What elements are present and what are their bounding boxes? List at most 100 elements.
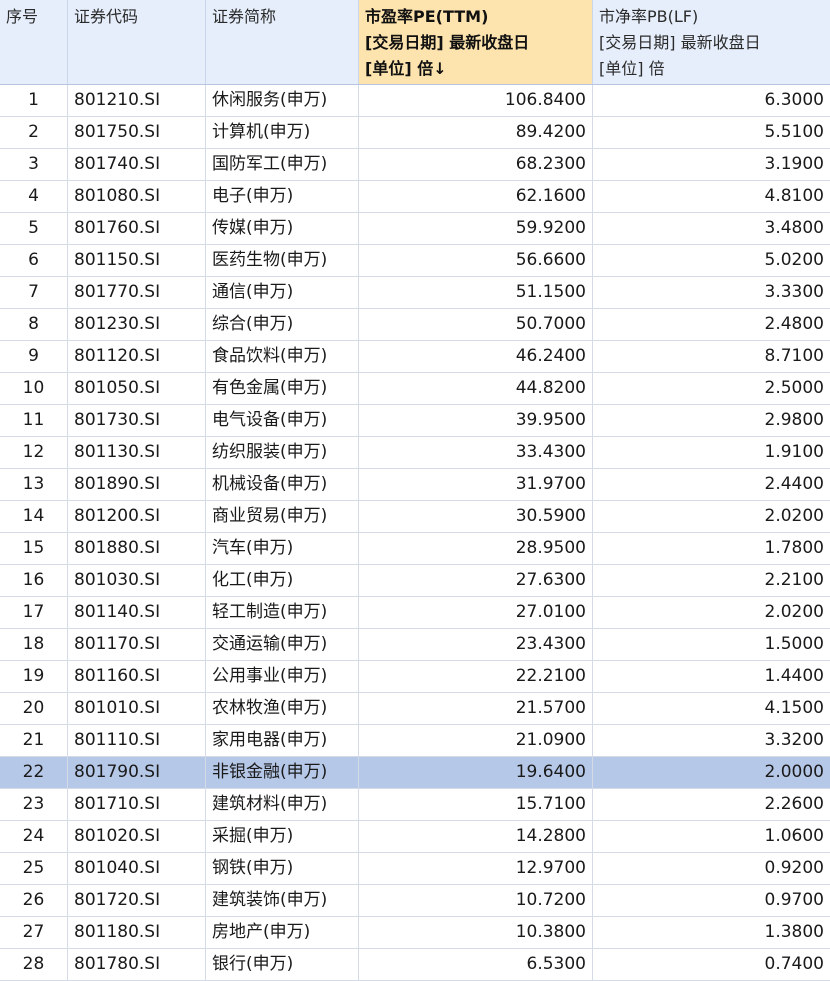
- cell-name: 钢铁(申万): [206, 853, 359, 884]
- table-row[interactable]: 2 801750.SI 计算机(申万) 89.4200 5.5100: [0, 117, 830, 149]
- cell-code: 801880.SI: [68, 533, 206, 564]
- cell-code: 801750.SI: [68, 117, 206, 148]
- cell-name: 医药生物(申万): [206, 245, 359, 276]
- cell-code: 801180.SI: [68, 917, 206, 948]
- table-header: 序号 证券代码 证券简称 市盈率PE(TTM) [交易日期] 最新收盘日 [单位…: [0, 0, 830, 85]
- table-row[interactable]: 20 801010.SI 农林牧渔(申万) 21.5700 4.1500: [0, 693, 830, 725]
- cell-index: 9: [0, 341, 68, 372]
- table-row[interactable]: 9 801120.SI 食品饮料(申万) 46.2400 8.7100: [0, 341, 830, 373]
- cell-pb: 6.3000: [764, 90, 824, 110]
- cell-pb: 0.9200: [764, 858, 824, 878]
- table-row[interactable]: 28 801780.SI 银行(申万) 6.5300 0.7400: [0, 949, 830, 981]
- cell-name: 家用电器(申万): [206, 725, 359, 756]
- cell-index: 20: [0, 693, 68, 724]
- cell-index: 26: [0, 885, 68, 916]
- header-line: [交易日期] 最新收盘日: [599, 33, 761, 52]
- cell-pe: 27.6300: [359, 565, 593, 596]
- cell-code: 801110.SI: [68, 725, 206, 756]
- table-row[interactable]: 8 801230.SI 综合(申万) 50.7000 2.4800: [0, 309, 830, 341]
- cell-pe: 28.9500: [359, 533, 593, 564]
- cell-pe: 33.4300: [359, 437, 593, 468]
- column-header-name[interactable]: 证券简称: [206, 0, 359, 84]
- cell-pe: 50.7000: [359, 309, 593, 340]
- cell-pe: 21.0900: [359, 725, 593, 756]
- table-row[interactable]: 11 801730.SI 电气设备(申万) 39.9500 2.9800: [0, 405, 830, 437]
- cell-pe: 68.2300: [359, 149, 593, 180]
- cell-pe: 10.3800: [359, 917, 593, 948]
- cell-pb: 2.4400: [764, 474, 824, 494]
- cell-pe: 51.1500: [359, 277, 593, 308]
- table-row[interactable]: 13 801890.SI 机械设备(申万) 31.9700 2.4400: [0, 469, 830, 501]
- cell-code: 801050.SI: [68, 373, 206, 404]
- table-row[interactable]: 24 801020.SI 采掘(申万) 14.2800 1.0600: [0, 821, 830, 853]
- table-row[interactable]: 16 801030.SI 化工(申万) 27.6300 2.2100: [0, 565, 830, 597]
- column-header-pe-ttm[interactable]: 市盈率PE(TTM) [交易日期] 最新收盘日 [单位] 倍↓: [359, 0, 593, 84]
- table-row[interactable]: 4 801080.SI 电子(申万) 62.1600 4.8100: [0, 181, 830, 213]
- cell-index: 14: [0, 501, 68, 532]
- cell-index: 7: [0, 277, 68, 308]
- table-row[interactable]: 1 801210.SI 休闲服务(申万) 106.8400 6.3000: [0, 85, 830, 117]
- cell-code: 801770.SI: [68, 277, 206, 308]
- table-row[interactable]: 19 801160.SI 公用事业(申万) 22.2100 1.4400: [0, 661, 830, 693]
- cell-name: 机械设备(申万): [206, 469, 359, 500]
- cell-pb: 4.8100: [764, 186, 824, 206]
- cell-pe: 23.4300: [359, 629, 593, 660]
- column-header-code[interactable]: 证券代码: [68, 0, 206, 84]
- cell-pb: 1.0600: [764, 826, 824, 846]
- header-line: [单位] 倍↓: [365, 59, 447, 78]
- cell-index: 2: [0, 117, 68, 148]
- cell-name: 非银金融(申万): [206, 757, 359, 788]
- table-row[interactable]: 21 801110.SI 家用电器(申万) 21.0900 3.3200: [0, 725, 830, 757]
- cell-code: 801170.SI: [68, 629, 206, 660]
- cell-index: 25: [0, 853, 68, 884]
- table-row[interactable]: 15 801880.SI 汽车(申万) 28.9500 1.7800: [0, 533, 830, 565]
- cell-pb: 2.0200: [764, 602, 824, 622]
- cell-name: 有色金属(申万): [206, 373, 359, 404]
- table-row[interactable]: 5 801760.SI 传媒(申万) 59.9200 3.4800: [0, 213, 830, 245]
- cell-pe: 27.0100: [359, 597, 593, 628]
- cell-name: 食品饮料(申万): [206, 341, 359, 372]
- cell-index: 3: [0, 149, 68, 180]
- cell-index: 5: [0, 213, 68, 244]
- cell-pb: 1.3800: [764, 922, 824, 942]
- table-row[interactable]: 26 801720.SI 建筑装饰(申万) 10.7200 0.9700: [0, 885, 830, 917]
- cell-code: 801740.SI: [68, 149, 206, 180]
- column-header-index[interactable]: 序号: [0, 0, 68, 84]
- cell-index: 23: [0, 789, 68, 820]
- table-row[interactable]: 27 801180.SI 房地产(申万) 10.3800 1.3800: [0, 917, 830, 949]
- table-row[interactable]: 10 801050.SI 有色金属(申万) 44.8200 2.5000: [0, 373, 830, 405]
- cell-index: 27: [0, 917, 68, 948]
- cell-name: 电子(申万): [206, 181, 359, 212]
- table-row[interactable]: 12 801130.SI 纺织服装(申万) 33.4300 1.9100: [0, 437, 830, 469]
- cell-code: 801790.SI: [68, 757, 206, 788]
- cell-name: 采掘(申万): [206, 821, 359, 852]
- table-row[interactable]: 6 801150.SI 医药生物(申万) 56.6600 5.0200: [0, 245, 830, 277]
- cell-pb: 3.4800: [764, 218, 824, 238]
- cell-pe: 21.5700: [359, 693, 593, 724]
- header-line: 证券代码: [74, 7, 139, 26]
- cell-index: 24: [0, 821, 68, 852]
- cell-name: 房地产(申万): [206, 917, 359, 948]
- cell-index: 21: [0, 725, 68, 756]
- cell-index: 16: [0, 565, 68, 596]
- cell-pb: 2.0000: [764, 762, 824, 782]
- table-row[interactable]: 7 801770.SI 通信(申万) 51.1500 3.3300: [0, 277, 830, 309]
- cell-name: 综合(申万): [206, 309, 359, 340]
- cell-name: 通信(申万): [206, 277, 359, 308]
- table-body: 1 801210.SI 休闲服务(申万) 106.8400 6.3000 2 801750.…: [0, 85, 830, 981]
- column-header-pb-lf[interactable]: 市净率PB(LF) [交易日期] 最新收盘日 [单位] 倍: [593, 0, 830, 84]
- cell-index: 19: [0, 661, 68, 692]
- header-line: 市净率PB(LF): [599, 7, 699, 26]
- cell-name: 计算机(申万): [206, 117, 359, 148]
- table-row[interactable]: 23 801710.SI 建筑材料(申万) 15.7100 2.2600: [0, 789, 830, 821]
- table-row[interactable]: 3 801740.SI 国防军工(申万) 68.2300 3.1900: [0, 149, 830, 181]
- table-row[interactable]: 14 801200.SI 商业贸易(申万) 30.5900 2.0200: [0, 501, 830, 533]
- securities-table: 序号 证券代码 证券简称 市盈率PE(TTM) [交易日期] 最新收盘日 [单位…: [0, 0, 830, 981]
- table-row[interactable]: 17 801140.SI 轻工制造(申万) 27.0100 2.0200: [0, 597, 830, 629]
- header-line: [单位] 倍: [599, 59, 665, 78]
- table-row[interactable]: 22 801790.SI 非银金融(申万) 19.6400 2.0000: [0, 757, 830, 789]
- cell-code: 801140.SI: [68, 597, 206, 628]
- cell-index: 4: [0, 181, 68, 212]
- table-row[interactable]: 18 801170.SI 交通运输(申万) 23.4300 1.5000: [0, 629, 830, 661]
- table-row[interactable]: 25 801040.SI 钢铁(申万) 12.9700 0.9200: [0, 853, 830, 885]
